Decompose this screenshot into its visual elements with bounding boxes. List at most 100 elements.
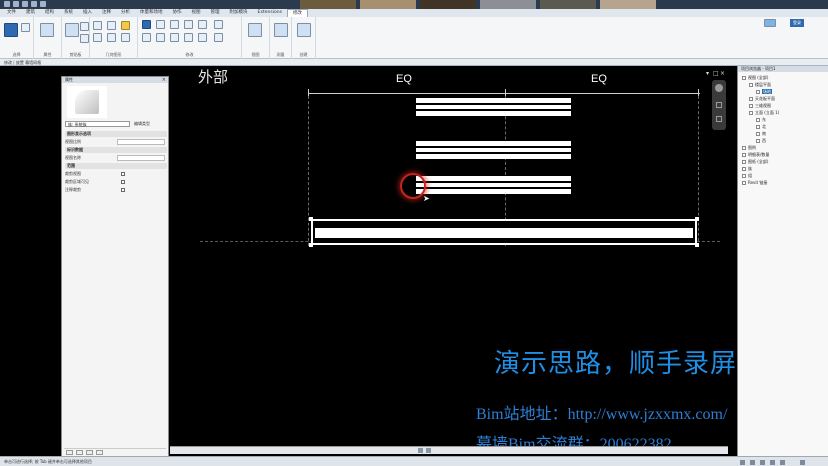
browser-tree-item[interactable]: 场地 — [756, 89, 772, 95]
close-view-button[interactable]: × — [720, 70, 725, 77]
expand-toggle-icon[interactable] — [756, 90, 760, 94]
create-icon[interactable] — [297, 23, 311, 37]
save-icon[interactable] — [4, 1, 10, 7]
browser-tree-item[interactable]: 族 — [742, 166, 752, 172]
ribbon-tab[interactable]: 文件 — [2, 9, 21, 17]
pin-icon[interactable] — [214, 20, 223, 29]
property-value[interactable] — [117, 139, 165, 145]
browser-tree-item[interactable]: 明细表/数量 — [742, 152, 769, 158]
expand-toggle-icon[interactable] — [756, 125, 760, 129]
footer-button[interactable] — [66, 450, 73, 455]
ribbon-tab[interactable]: 系统 — [59, 9, 78, 17]
curtain-panel[interactable] — [416, 176, 571, 194]
property-checkbox[interactable] — [121, 180, 125, 184]
expand-toggle-icon[interactable] — [756, 139, 760, 143]
ribbon-tab[interactable]: Extensions — [253, 9, 287, 17]
move-icon[interactable] — [142, 33, 151, 42]
property-checkbox[interactable] — [121, 188, 125, 192]
browser-tree-item[interactable]: 组 — [742, 173, 752, 179]
split-icon[interactable] — [198, 20, 207, 29]
ribbon-tab[interactable]: 视图 — [187, 9, 206, 17]
cope-icon[interactable] — [93, 21, 102, 30]
property-row[interactable]: 注释裁剪 — [65, 187, 167, 193]
drawing-canvas[interactable]: 外部 EQ EQ ➤ ▾ □ × 演示思路，顺手录屏 Bim站地址：http:/… — [170, 66, 736, 453]
copy-icon[interactable] — [80, 34, 89, 43]
redo-icon[interactable] — [22, 1, 28, 7]
property-row[interactable]: 视图比例 — [65, 139, 167, 145]
property-checkbox[interactable] — [121, 172, 125, 176]
cloud-icon[interactable] — [764, 19, 776, 27]
expand-toggle-icon[interactable] — [756, 118, 760, 122]
measure-tool-icon[interactable] — [274, 23, 288, 37]
selected-curtain-wall[interactable] — [309, 217, 699, 247]
ribbon-tab[interactable]: 建筑 — [21, 9, 40, 17]
select-icon[interactable] — [21, 23, 30, 32]
browser-tree-item[interactable]: 东 — [756, 117, 766, 123]
ribbon-tab[interactable]: 结构 — [40, 9, 59, 17]
browser-tree-item[interactable]: 图纸 (全部) — [742, 159, 768, 165]
expand-toggle-icon[interactable] — [742, 153, 746, 157]
close-icon[interactable]: × — [162, 77, 166, 83]
expand-toggle-icon[interactable] — [742, 181, 746, 185]
ribbon-tab[interactable]: 协作 — [168, 9, 187, 17]
status-icon[interactable] — [780, 460, 785, 465]
browser-tree-item[interactable]: 三维视图 — [749, 103, 771, 109]
properties-icon[interactable] — [40, 23, 54, 37]
expand-toggle-icon[interactable] — [749, 111, 753, 115]
print-icon[interactable] — [31, 1, 37, 7]
property-row[interactable]: 裁剪视图 — [65, 171, 167, 177]
property-row[interactable]: 视图名称 — [65, 155, 167, 161]
ribbon-tab[interactable]: 修改 — [286, 9, 308, 17]
array-icon[interactable] — [184, 33, 193, 42]
dimension-label-eq[interactable]: EQ — [396, 73, 412, 85]
cut-icon[interactable] — [80, 22, 89, 31]
view-icon[interactable] — [248, 23, 262, 37]
curtain-panel[interactable] — [416, 98, 571, 116]
cut-geometry-icon[interactable] — [93, 33, 102, 42]
delete-icon[interactable] — [214, 33, 223, 42]
pan-icon[interactable] — [716, 116, 722, 122]
sign-in-button[interactable]: 登录 — [790, 19, 804, 27]
status-icon[interactable] — [770, 460, 775, 465]
zoom-icon[interactable] — [716, 102, 722, 108]
ribbon-tab[interactable]: 分析 — [116, 9, 135, 17]
offset-icon[interactable] — [156, 20, 165, 29]
expand-toggle-icon[interactable] — [742, 76, 746, 80]
expand-toggle-icon[interactable] — [749, 104, 753, 108]
restore-view-button[interactable]: □ — [713, 70, 719, 77]
expand-toggle-icon[interactable] — [749, 83, 753, 87]
modify-tool-icon[interactable] — [4, 23, 18, 37]
browser-tree-item[interactable]: Revit 链接 — [742, 180, 767, 186]
browser-tree-item[interactable]: 立面 (立面 1) — [749, 110, 779, 116]
ribbon-tab[interactable]: 附加模块 — [225, 9, 253, 17]
rotate-icon[interactable] — [170, 33, 179, 42]
status-icon[interactable] — [740, 460, 745, 465]
ribbon-tab[interactable]: 插入 — [78, 9, 97, 17]
browser-tree-item[interactable]: 天花板平面 — [749, 96, 775, 102]
expand-toggle-icon[interactable] — [742, 160, 746, 164]
browser-tree-item[interactable]: 楼层平面 — [749, 82, 771, 88]
browser-tree-item[interactable]: 西 — [756, 138, 766, 144]
expand-toggle-icon[interactable] — [749, 97, 753, 101]
expand-toggle-icon[interactable] — [742, 174, 746, 178]
copy-element-icon[interactable] — [156, 33, 165, 42]
property-value[interactable] — [117, 155, 165, 161]
expand-toggle-icon[interactable] — [742, 146, 746, 150]
split-face-icon[interactable] — [121, 33, 130, 42]
ribbon-tab[interactable]: 体量和场地 — [135, 9, 168, 17]
browser-tree-item[interactable]: 视图 (全部) — [742, 75, 768, 81]
footer-button[interactable] — [76, 450, 83, 455]
edit-type-button[interactable]: 编辑类型 — [134, 121, 150, 127]
type-selector[interactable]: 族: 系统族 — [65, 121, 130, 127]
browser-tree-item[interactable]: 南 — [756, 131, 766, 137]
view-control-icon[interactable] — [426, 448, 431, 453]
steering-wheel-icon[interactable] — [715, 84, 723, 92]
expand-toggle-icon[interactable] — [742, 167, 746, 171]
align-icon[interactable] — [142, 20, 151, 29]
browser-tree-item[interactable]: 图例 — [742, 145, 756, 151]
footer-button[interactable] — [86, 450, 93, 455]
dimension-label-eq[interactable]: EQ — [591, 73, 607, 85]
footer-button[interactable] — [96, 450, 103, 455]
measure-icon[interactable] — [40, 1, 46, 7]
filter-icon[interactable] — [800, 460, 805, 465]
